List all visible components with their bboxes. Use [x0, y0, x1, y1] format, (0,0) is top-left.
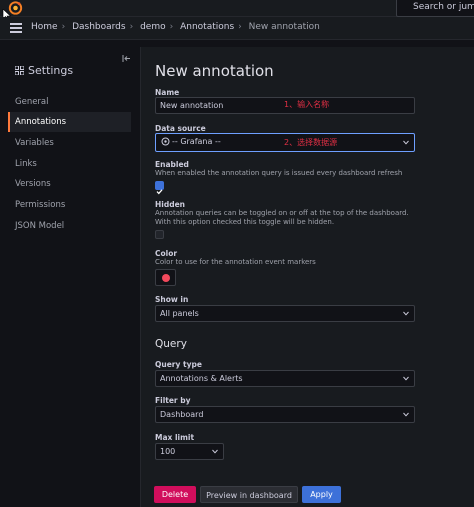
chevron-down-icon — [212, 449, 218, 454]
showin-label: Show in — [155, 295, 189, 304]
maxlimit-select[interactable]: 100 — [155, 443, 224, 460]
filterby-select[interactable]: Dashboard — [155, 406, 415, 423]
enabled-description: When enabled the annotation query is iss… — [155, 169, 403, 177]
apply-button[interactable]: Apply — [302, 486, 341, 503]
color-picker[interactable] — [155, 269, 176, 286]
name-annotation-note: 1、输入名称 — [284, 100, 330, 109]
query-heading: Query — [155, 338, 187, 350]
sidebar-item-links[interactable]: Links — [8, 154, 131, 174]
datasource-annotation-note: 2、选择数据源 — [284, 138, 338, 147]
color-label: Color — [155, 249, 178, 258]
search-input[interactable]: Search or jump to... — [396, 0, 474, 17]
name-label: Name — [155, 88, 180, 97]
chevron-down-icon — [403, 311, 409, 316]
grafana-datasource-icon — [161, 137, 170, 146]
chevron-right-icon: › — [61, 22, 66, 32]
chevron-down-icon — [403, 140, 409, 145]
filterby-label: Filter by — [155, 396, 191, 405]
enabled-label: Enabled — [155, 160, 189, 169]
color-dot — [162, 274, 170, 282]
maxlimit-label: Max limit — [155, 433, 195, 442]
breadcrumb-home[interactable]: Home — [31, 22, 58, 32]
checkmark-icon — [156, 189, 163, 195]
sidebar-item-permissions[interactable]: Permissions — [8, 195, 131, 215]
sidebar-item-variables[interactable]: Variables — [8, 133, 131, 153]
breadcrumb-current: New annotation — [248, 22, 320, 32]
sidebar-item-general[interactable]: General — [8, 92, 131, 112]
chevron-down-icon — [403, 376, 409, 381]
showin-value: All panels — [160, 309, 199, 318]
sidebar-item-versions[interactable]: Versions — [8, 174, 131, 194]
breadcrumb-demo[interactable]: demo — [140, 22, 166, 32]
annotation-editor: New annotation Name New annotation 1、输入名… — [140, 47, 474, 507]
breadcrumb-bar: Home › Dashboards › demo › Annotations › New… — [0, 17, 474, 40]
color-description: Color to use for the annotation event ma… — [155, 258, 316, 266]
enabled-checkbox[interactable] — [155, 181, 164, 195]
querytype-select[interactable]: Annotations & Alerts — [155, 370, 415, 387]
breadcrumb: Home › Dashboards › demo › Annotations › New… — [31, 22, 320, 32]
top-bar: Search or jump to... — [0, 0, 474, 17]
breadcrumb-dashboards[interactable]: Dashboards — [72, 22, 126, 32]
settings-title: Settings — [28, 64, 74, 77]
datasource-value: -- Grafana -- — [172, 137, 221, 146]
datasource-label: Data source — [155, 124, 206, 133]
chevron-right-icon: › — [169, 22, 174, 32]
page-title: New annotation — [155, 62, 274, 80]
menu-icon[interactable] — [10, 23, 22, 33]
chevron-right-icon: › — [129, 22, 134, 32]
sidebar-item-json-model[interactable]: JSON Model — [8, 216, 131, 236]
chevron-right-icon: › — [238, 22, 242, 32]
preview-in-dashboard-button[interactable]: Preview in dashboard — [200, 486, 298, 503]
breadcrumb-annotations[interactable]: Annotations — [180, 22, 234, 32]
hidden-checkbox[interactable] — [155, 230, 164, 239]
maxlimit-value: 100 — [160, 447, 176, 456]
filterby-value: Dashboard — [160, 410, 204, 419]
hidden-description: Annotation queries can be toggled on or … — [155, 209, 409, 226]
sidebar-item-annotations[interactable]: Annotations — [8, 112, 131, 132]
delete-button[interactable]: Delete — [154, 486, 196, 503]
collapse-sidebar-icon[interactable] — [122, 54, 131, 63]
querytype-label: Query type — [155, 360, 202, 369]
showin-select[interactable]: All panels — [155, 305, 415, 322]
querytype-value: Annotations & Alerts — [160, 374, 243, 383]
chevron-down-icon — [403, 412, 409, 417]
hidden-label: Hidden — [155, 200, 186, 209]
